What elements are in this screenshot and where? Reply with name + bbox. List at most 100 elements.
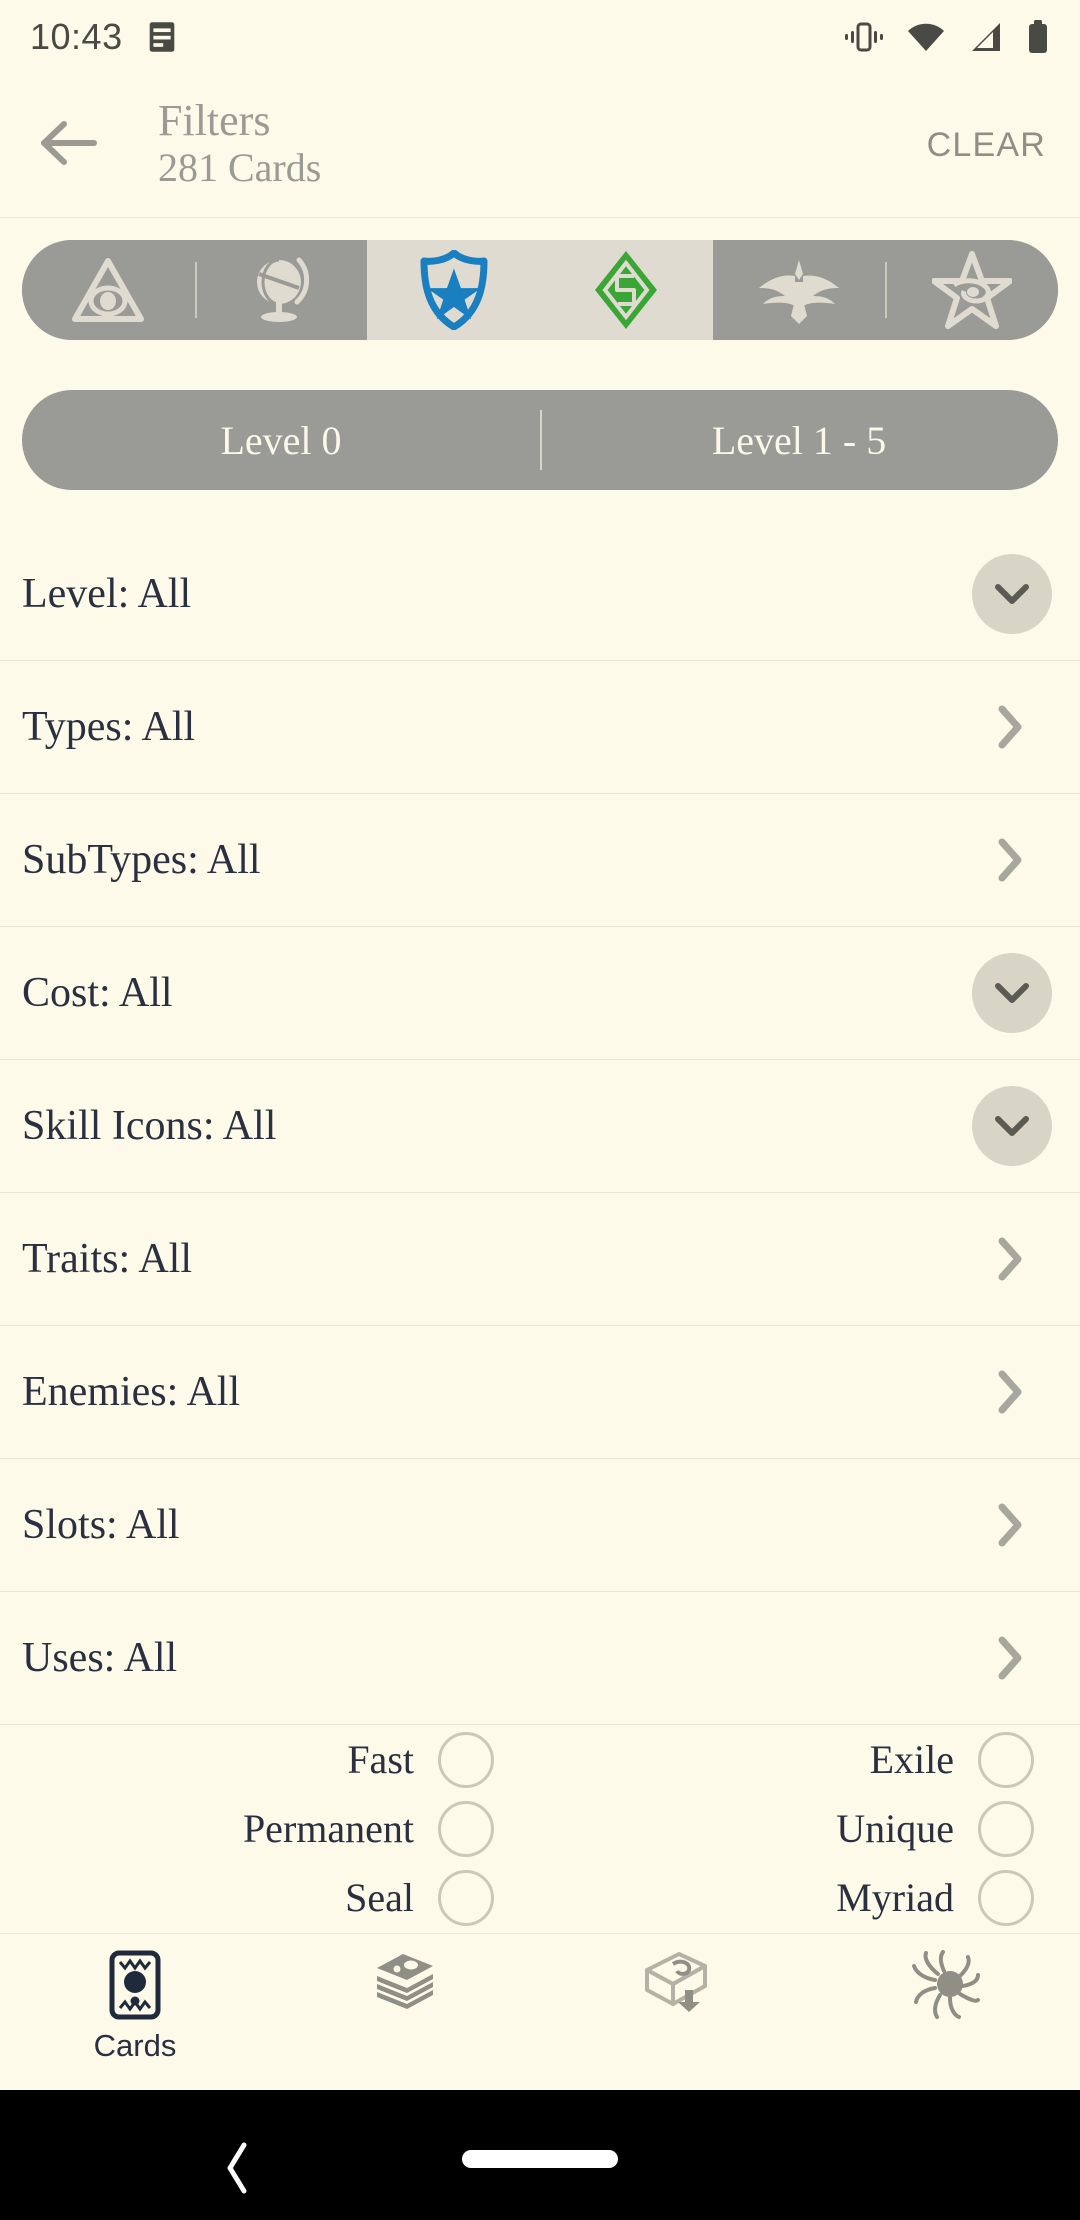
nav-item-decks[interactable] xyxy=(270,1934,540,2091)
chevron-down-icon[interactable] xyxy=(972,1086,1052,1166)
filter-row-level[interactable]: Level: All xyxy=(0,528,1080,661)
notes-notification-icon xyxy=(147,21,177,53)
guardian-shield-star-icon xyxy=(419,250,489,330)
rogue-diamond-icon xyxy=(593,249,659,331)
checkbox-circle-icon[interactable] xyxy=(978,1869,1034,1926)
level-segment-1-5[interactable]: Level 1 - 5 xyxy=(540,390,1058,490)
header-title-block: Filters 281 Cards xyxy=(158,95,322,193)
filter-rows-list: Level: All Types: All SubTypes: All Cost… xyxy=(0,528,1080,1725)
filter-row-label: Traits: All xyxy=(22,1236,193,1282)
clear-filters-button[interactable]: CLEAR xyxy=(927,126,1046,165)
faction-filter-group xyxy=(22,240,1058,340)
chevron-right-icon[interactable] xyxy=(970,1485,1050,1565)
status-bar-clock: 10:43 xyxy=(30,16,123,57)
vibrate-icon xyxy=(844,20,884,54)
filter-row-control[interactable] xyxy=(972,554,1058,634)
card-elder-sign-icon xyxy=(109,1950,161,2020)
nav-item-label: Cards xyxy=(93,2028,177,2063)
checkbox-permanent[interactable]: Permanent xyxy=(0,1800,540,1857)
level-segment-0[interactable]: Level 0 xyxy=(22,390,540,490)
segment-divider xyxy=(885,262,888,318)
chaos-bag-icon xyxy=(910,1950,980,2020)
filter-row-label: Level: All xyxy=(22,571,192,617)
nav-item-cards[interactable]: Cards xyxy=(0,1934,270,2091)
seeker-globe-icon xyxy=(247,254,315,326)
filter-row-label: Slots: All xyxy=(22,1502,180,1548)
faction-segment-neutral[interactable] xyxy=(885,240,1058,340)
filter-row-skill-icons[interactable]: Skill Icons: All xyxy=(0,1060,1080,1193)
filter-row-subtypes[interactable]: SubTypes: All xyxy=(0,794,1080,927)
faction-segment-mystic[interactable] xyxy=(22,240,195,340)
checkbox-circle-icon[interactable] xyxy=(978,1731,1034,1788)
survivor-bird-icon xyxy=(755,254,843,326)
system-home-pill[interactable] xyxy=(462,2150,618,2168)
back-button[interactable] xyxy=(26,103,112,189)
chevron-right-icon[interactable] xyxy=(970,1618,1050,1698)
segment-divider xyxy=(194,262,197,318)
checkbox-label: Permanent xyxy=(242,1806,414,1851)
filter-row-types[interactable]: Types: All xyxy=(0,661,1080,794)
filter-row-uses[interactable]: Uses: All xyxy=(0,1592,1080,1725)
status-bar-system-icons xyxy=(844,20,1050,54)
filter-row-slots[interactable]: Slots: All xyxy=(0,1459,1080,1592)
faction-segment-survivor[interactable] xyxy=(712,240,886,340)
chevron-right-icon[interactable] xyxy=(970,820,1050,900)
checkbox-label: Seal xyxy=(345,1875,414,1920)
filter-row-control[interactable] xyxy=(970,1618,1058,1698)
battery-icon xyxy=(1026,20,1050,54)
deck-stack-icon xyxy=(369,1950,441,2012)
cell-signal-icon xyxy=(968,21,1004,53)
checkbox-exile[interactable]: Exile xyxy=(540,1731,1080,1788)
filter-row-control[interactable] xyxy=(970,820,1058,900)
checkbox-circle-icon[interactable] xyxy=(438,1731,494,1788)
chevron-right-icon[interactable] xyxy=(970,1352,1050,1432)
nav-item-import[interactable] xyxy=(540,1934,810,2091)
card-count-subtitle: 281 Cards xyxy=(158,144,322,190)
chevron-down-icon[interactable] xyxy=(972,953,1052,1033)
checkbox-circle-icon[interactable] xyxy=(978,1800,1034,1857)
status-bar-notifications xyxy=(147,21,177,53)
nav-item-chaos-bag[interactable] xyxy=(810,1934,1080,2091)
filter-row-label: Types: All xyxy=(22,704,196,750)
filter-row-label: Uses: All xyxy=(22,1635,178,1681)
checkbox-myriad[interactable]: Myriad xyxy=(540,1869,1080,1926)
filter-row-control[interactable] xyxy=(972,953,1058,1033)
filter-row-label: Skill Icons: All xyxy=(22,1103,277,1149)
faction-segment-seeker[interactable] xyxy=(194,240,368,340)
filter-row-control[interactable] xyxy=(972,1086,1058,1166)
boolean-filters-grid: Fast Exile Permanent Unique Seal Myriad xyxy=(0,1725,1080,1932)
faction-segment-rogue[interactable] xyxy=(540,240,713,340)
filter-row-control[interactable] xyxy=(970,1219,1058,1299)
filter-row-control[interactable] xyxy=(970,1485,1058,1565)
faction-segment-guardian[interactable] xyxy=(367,240,541,340)
checkbox-label: Myriad xyxy=(836,1875,954,1920)
neutral-elder-sign-icon xyxy=(931,251,1012,329)
checkbox-unique[interactable]: Unique xyxy=(540,1800,1080,1857)
filter-row-label: SubTypes: All xyxy=(22,837,261,883)
system-back-icon[interactable] xyxy=(222,2140,252,2201)
page-title: Filters xyxy=(158,95,271,145)
checkbox-circle-icon[interactable] xyxy=(438,1869,494,1926)
mystic-eye-triangle-icon xyxy=(71,257,145,323)
filter-row-cost[interactable]: Cost: All xyxy=(0,927,1080,1060)
filter-row-label: Enemies: All xyxy=(22,1369,241,1415)
deck-import-icon xyxy=(637,1950,713,2014)
chevron-right-icon[interactable] xyxy=(970,1219,1050,1299)
checkbox-label: Exile xyxy=(869,1737,954,1782)
status-bar: 10:43 xyxy=(0,0,1080,74)
checkbox-fast[interactable]: Fast xyxy=(0,1731,540,1788)
checkbox-label: Unique xyxy=(836,1806,954,1851)
arrow-left-icon xyxy=(40,120,98,171)
app-header: Filters 281 Cards CLEAR xyxy=(0,74,1080,218)
filter-row-label: Cost: All xyxy=(22,970,173,1016)
checkbox-circle-icon[interactable] xyxy=(438,1800,494,1857)
filter-row-control[interactable] xyxy=(970,1352,1058,1432)
filter-row-control[interactable] xyxy=(970,687,1058,767)
chevron-right-icon[interactable] xyxy=(970,687,1050,767)
chevron-down-icon[interactable] xyxy=(972,554,1052,634)
filter-row-enemies[interactable]: Enemies: All xyxy=(0,1326,1080,1459)
wifi-icon xyxy=(906,21,946,53)
app-root: 10:43 Filters 281 Cards CLEAR Level 0 Le… xyxy=(0,0,1080,2220)
checkbox-seal[interactable]: Seal xyxy=(0,1869,540,1926)
filter-row-traits[interactable]: Traits: All xyxy=(0,1193,1080,1326)
